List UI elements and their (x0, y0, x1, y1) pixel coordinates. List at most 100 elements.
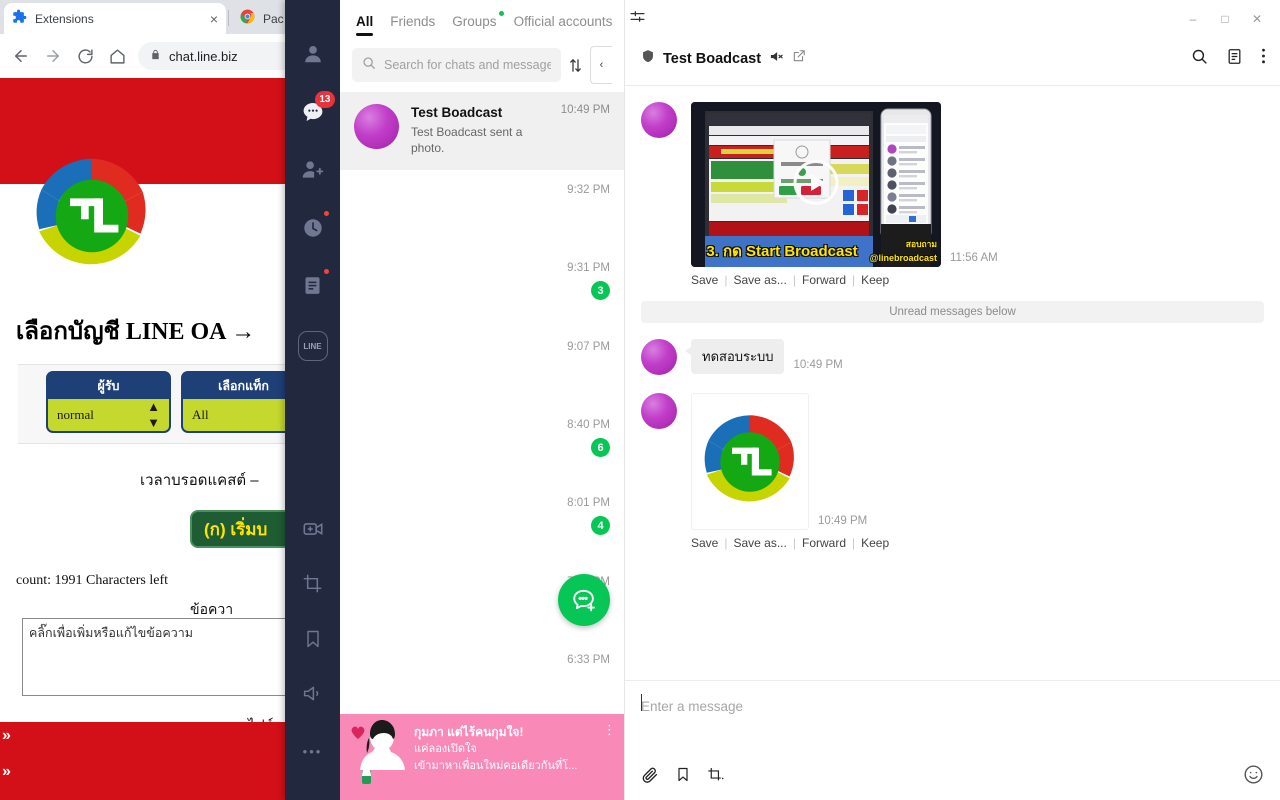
chat-item-time: 8:40 PM (567, 419, 610, 431)
keep-link[interactable]: Keep (861, 273, 889, 287)
conversation-pane: – □ ✕ Test Boadcast 3. กด Start Broadcas… (625, 0, 1280, 800)
keep-link[interactable]: Keep (861, 536, 889, 550)
message-body: 10:49 PM Save | Save as... | Forward | K… (691, 393, 889, 550)
rail-item-notes[interactable] (293, 268, 333, 308)
scroll-top-icon[interactable]: » (2, 728, 11, 744)
maximize-button[interactable]: □ (1210, 8, 1240, 30)
back-button[interactable] (6, 41, 36, 71)
new-chat-button[interactable] (558, 574, 610, 626)
status-badge: 6 (591, 438, 610, 457)
search-input[interactable] (384, 58, 551, 72)
list-item[interactable]: 6:33 PM (567, 654, 610, 666)
video-thumbnail[interactable]: 3. กด Start Broadcast สอบถาม @linebroadc… (691, 102, 941, 267)
promo-title: กุมภา แต่ไร้คนกุมใจ! (414, 725, 524, 739)
tab-all[interactable]: All (356, 14, 374, 38)
more-vertical-icon[interactable] (1261, 47, 1266, 70)
list-item[interactable]: 9:07 PM (567, 341, 610, 353)
chat-item-time: 10:49 PM (560, 104, 610, 116)
search-input-wrapper[interactable] (352, 48, 561, 82)
message-input[interactable] (641, 694, 1264, 718)
action-separator: | (724, 536, 728, 550)
rail-item-add-friend[interactable] (293, 152, 333, 192)
broadcast-time-label: เวลาบรอดแคสต์ – (140, 472, 259, 489)
recipient-select[interactable]: normal ▲ ▼ (46, 399, 171, 433)
message-composer (625, 680, 1280, 800)
rail-item-bookmark[interactable] (293, 621, 333, 661)
promo-banner[interactable]: กุมภา แต่ไร้คนกุมใจ! แค่ลองเปิดใจ เข้ามา… (340, 714, 624, 800)
play-button-icon[interactable] (792, 158, 840, 211)
bookmark-icon[interactable] (675, 766, 691, 788)
save-link[interactable]: Save (691, 273, 718, 287)
sort-icon[interactable] (568, 57, 583, 74)
list-item[interactable]: 9:32 PM (567, 184, 610, 196)
timer-icon (302, 217, 324, 244)
chat-item-time: 9:31 PM (567, 262, 610, 274)
crop-icon[interactable] (707, 766, 724, 788)
chat-item-time: 9:07 PM (567, 341, 610, 353)
search-icon[interactable] (1191, 48, 1208, 70)
message-media-line: ทดสอบระบบ 10:49 PM (684, 339, 843, 374)
message-list: 3. กด Start Broadcast สอบถาม @linebroadc… (625, 86, 1280, 680)
tab-friends[interactable]: Friends (390, 14, 435, 38)
message-media-line: 10:49 PM (691, 393, 889, 530)
message-bubble: ทดสอบระบบ (684, 339, 785, 374)
field-label-recipient: ผู้รับ (46, 371, 171, 399)
rail-item-more[interactable]: ••• (293, 731, 333, 771)
external-link-icon[interactable] (792, 49, 806, 68)
conversation-header: Test Boadcast (625, 32, 1280, 86)
add-friend-icon (301, 158, 324, 186)
list-item[interactable]: 8:40 PM 6 (567, 419, 610, 457)
profile-icon (302, 43, 324, 70)
list-item[interactable]: Test Boadcast Test Boadcast sent a photo… (340, 92, 624, 170)
timer-notification-dot (323, 211, 329, 216)
forward-button[interactable] (38, 41, 68, 71)
collapse-panel-button[interactable]: ‹ (590, 46, 612, 84)
status-badge: 4 (591, 516, 610, 535)
mute-speaker-icon[interactable] (769, 49, 784, 69)
chat-item-meta: Test Boadcast Test Boadcast sent a photo… (411, 104, 549, 158)
rail-item-chats[interactable]: 13 (293, 91, 335, 134)
rail-item-add-video[interactable] (293, 511, 333, 551)
forward-link[interactable]: Forward (802, 536, 846, 550)
field-group-recipient: ผู้รับ normal ▲ ▼ (46, 371, 171, 437)
promo-menu-icon[interactable]: ⋮ (603, 723, 616, 736)
line-app-window: 13 LINE ••• All Friends Groups Official … (285, 0, 1280, 800)
home-button[interactable] (102, 41, 132, 71)
emoji-icon[interactable] (1243, 764, 1264, 790)
minimize-button[interactable]: – (1178, 8, 1208, 30)
tab-groups[interactable]: Groups (452, 11, 504, 38)
rail-item-line-logo[interactable]: LINE (293, 326, 333, 366)
rail-item-profile[interactable] (293, 36, 333, 76)
rail-item-announce[interactable] (293, 676, 333, 716)
save-link[interactable]: Save (691, 536, 718, 550)
avatar (641, 393, 677, 429)
save-as-link[interactable]: Save as... (733, 536, 786, 550)
scroll-top-icon-2[interactable]: » (2, 764, 11, 780)
tab-all-label: All (356, 14, 374, 29)
crop-icon (302, 573, 323, 599)
chrome-icon (240, 9, 255, 29)
lock-icon (150, 48, 161, 64)
close-button[interactable]: ✕ (1242, 8, 1272, 30)
more-icon: ••• (302, 743, 323, 759)
forward-link[interactable]: Forward (802, 273, 846, 287)
rail-item-crop[interactable] (293, 566, 333, 606)
save-as-link[interactable]: Save as... (733, 273, 786, 287)
image-attachment[interactable] (691, 393, 809, 530)
browser-tab-extensions[interactable]: Extensions × (4, 3, 226, 34)
reload-button[interactable] (70, 41, 100, 71)
tab-official-accounts[interactable]: Official accounts (514, 14, 613, 38)
filter-settings-icon[interactable] (629, 8, 646, 38)
list-item[interactable]: 8:01 PM 4 (567, 497, 610, 535)
list-item[interactable]: 9:31 PM 3 (567, 262, 610, 300)
action-separator: | (724, 273, 728, 287)
attach-icon[interactable] (641, 766, 659, 789)
action-separator: | (852, 536, 856, 550)
notes-icon[interactable] (1226, 48, 1243, 70)
rail-item-timer[interactable] (293, 210, 333, 250)
chat-filter-tabs: All Friends Groups Official accounts (340, 0, 645, 38)
puzzle-icon (12, 9, 27, 29)
message-actions: Save | Save as... | Forward | Keep (691, 273, 998, 287)
promo-illustration (340, 714, 412, 800)
tab-close-icon[interactable]: × (210, 12, 218, 26)
